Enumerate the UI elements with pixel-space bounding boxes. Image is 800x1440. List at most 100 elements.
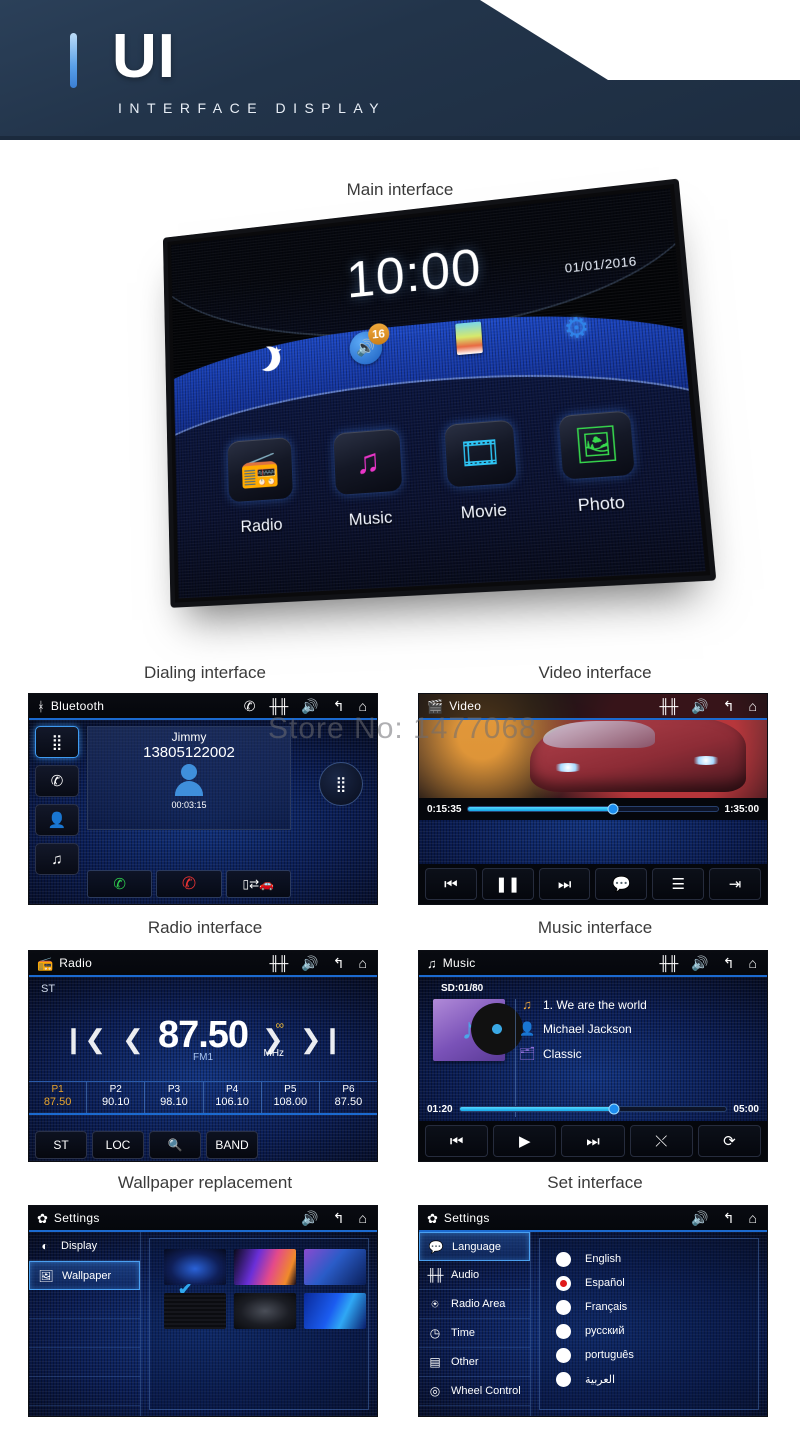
home-icon[interactable]: ⌂	[359, 956, 367, 970]
st-button[interactable]: ST	[35, 1131, 87, 1159]
volume-icon[interactable]: 🔊	[301, 699, 318, 713]
radio-button[interactable]	[556, 1251, 571, 1267]
language-label: português	[585, 1349, 634, 1361]
answer-call-button[interactable]: ✆	[87, 870, 153, 898]
wallpaper-icon[interactable]	[449, 318, 489, 359]
language-option[interactable]: English	[556, 1247, 758, 1271]
settings-item-other[interactable]: ▤ Other	[419, 1348, 530, 1377]
music-icon[interactable]: ♫	[35, 843, 79, 875]
preset-button[interactable]: P5 108.00	[262, 1082, 320, 1113]
previous-track-button[interactable]: ⏮	[425, 1125, 489, 1157]
keypad-icon[interactable]: ⣿	[35, 726, 79, 758]
subtitle-button[interactable]: 💬	[595, 868, 648, 900]
language-option[interactable]: Français	[556, 1295, 758, 1319]
back-icon[interactable]: ↰	[333, 699, 345, 713]
gear-icon[interactable]: ⚙	[556, 308, 598, 349]
preset-button[interactable]: P3 98.10	[145, 1082, 204, 1113]
aspect-ratio-button[interactable]: ⇥	[709, 868, 761, 900]
volume-icon[interactable]: 🔊	[301, 956, 318, 970]
band-button[interactable]: BAND	[206, 1131, 258, 1159]
back-icon[interactable]: ↰	[723, 699, 735, 713]
volume-icon[interactable]: 🔊	[691, 1211, 708, 1225]
seek-next-button[interactable]: ❯❙	[292, 1024, 352, 1055]
home-icon[interactable]: ⌂	[359, 699, 367, 713]
shuffle-button[interactable]: ⤬	[629, 1125, 693, 1157]
wallpaper-titlebar: ✿ Settings 🔊 ↰ ⌂	[29, 1206, 377, 1232]
settings-item-empty[interactable]	[29, 1290, 140, 1319]
radio-button[interactable]	[556, 1299, 571, 1315]
settings-item-empty[interactable]	[29, 1348, 140, 1377]
back-icon[interactable]: ↰	[333, 1211, 345, 1225]
app-movie[interactable]: 🎞 Movie	[430, 419, 533, 526]
settings-item-language[interactable]: 💬 Language	[419, 1232, 530, 1261]
video-titlebar: 🎬 Video ╫╫ 🔊 ↰ ⌂	[419, 694, 767, 720]
app-radio[interactable]: 📻 Radio	[214, 436, 307, 539]
preset-button[interactable]: P2 90.10	[87, 1082, 146, 1113]
home-icon[interactable]: ⌂	[749, 699, 757, 713]
settings-item-audio[interactable]: ╫╫ Audio	[419, 1261, 530, 1290]
preset-button[interactable]: P1 87.50	[29, 1082, 88, 1113]
wallpaper-thumb-5[interactable]	[234, 1293, 296, 1329]
video-seek-bar[interactable]	[467, 803, 719, 815]
volume-icon[interactable]: 🔊	[691, 699, 708, 713]
contacts-icon[interactable]: 👤	[35, 804, 79, 836]
settings-item-wheel-control[interactable]: ◎ Wheel Control	[419, 1377, 530, 1406]
moon-star-icon[interactable]: ★	[248, 337, 284, 376]
settings-item-display[interactable]: ◐ Display	[29, 1232, 140, 1261]
back-icon[interactable]: ↰	[723, 956, 735, 970]
back-icon[interactable]: ↰	[333, 956, 345, 970]
play-button[interactable]: ▶	[493, 1125, 557, 1157]
music-seek-bar[interactable]	[458, 1103, 728, 1115]
call-history-icon[interactable]: ✆	[35, 765, 79, 797]
tune-up-button[interactable]: ❯	[254, 1024, 292, 1055]
next-button[interactable]: ⏭	[538, 868, 591, 900]
seek-prev-button[interactable]: ❙❮	[55, 1024, 115, 1055]
home-icon[interactable]: ⌂	[749, 956, 757, 970]
equalizer-icon[interactable]: ╫╫	[660, 956, 679, 970]
language-option[interactable]: Español	[556, 1271, 758, 1295]
home-icon[interactable]: ⌂	[359, 1211, 367, 1225]
settings-item-label: Language	[452, 1240, 501, 1253]
radio-button[interactable]	[556, 1323, 571, 1339]
equalizer-icon[interactable]: ╫╫	[660, 699, 679, 713]
radio-button[interactable]	[556, 1275, 571, 1291]
pause-button[interactable]: ❚❚	[481, 868, 534, 900]
end-call-button[interactable]: ✆	[156, 870, 222, 898]
volume-icon[interactable]: 🔊	[301, 1211, 318, 1225]
language-option[interactable]: العربية	[556, 1367, 758, 1391]
preset-button[interactable]: P6 87.50	[320, 1082, 377, 1113]
radio-button[interactable]	[556, 1371, 571, 1387]
radio-button[interactable]	[556, 1347, 571, 1363]
equalizer-icon[interactable]: ╫╫	[270, 699, 289, 713]
home-icon[interactable]: ⌂	[749, 1211, 757, 1225]
language-option[interactable]: português	[556, 1343, 758, 1367]
keypad-round-button[interactable]: ⣿	[319, 762, 363, 806]
settings-item-empty[interactable]	[29, 1319, 140, 1348]
volume-icon[interactable]: 🔊 16	[347, 322, 390, 368]
volume-icon[interactable]: 🔊	[691, 956, 708, 970]
preset-button[interactable]: P4 106.10	[204, 1082, 262, 1113]
transfer-audio-button[interactable]: ▯⇄🚗	[225, 870, 291, 898]
settings-item-time[interactable]: ◷ Time	[419, 1319, 530, 1348]
wallpaper-thumb-3[interactable]	[304, 1249, 366, 1285]
next-track-button[interactable]: ⏭	[561, 1125, 625, 1157]
language-option[interactable]: русский	[556, 1319, 758, 1343]
settings-item-radio-area[interactable]: ⍟ Radio Area	[419, 1290, 530, 1319]
equalizer-icon[interactable]: ╫╫	[270, 956, 289, 970]
phone-connected-icon[interactable]: ✆	[244, 699, 256, 713]
wallpaper-thumb-1[interactable]	[164, 1249, 226, 1300]
playlist-button[interactable]: ☰	[652, 868, 705, 900]
wallpaper-thumb-6[interactable]	[304, 1293, 366, 1329]
app-music[interactable]: ♫ Music	[320, 427, 418, 532]
wallpaper-thumb-2[interactable]	[234, 1249, 296, 1285]
wallpaper-thumb-4[interactable]	[164, 1293, 226, 1329]
settings-item-empty[interactable]	[29, 1377, 140, 1406]
previous-button[interactable]: ⏮	[425, 868, 477, 900]
repeat-button[interactable]: ⟳	[697, 1125, 762, 1157]
back-icon[interactable]: ↰	[723, 1211, 735, 1225]
settings-item-wallpaper[interactable]: 🖼 Wallpaper	[29, 1261, 140, 1290]
search-button[interactable]: 🔍	[149, 1131, 201, 1159]
app-photo[interactable]: 🖼 Photo	[544, 409, 653, 518]
loc-button[interactable]: LOC	[92, 1131, 144, 1159]
tune-down-button[interactable]: ❮	[114, 1024, 152, 1055]
